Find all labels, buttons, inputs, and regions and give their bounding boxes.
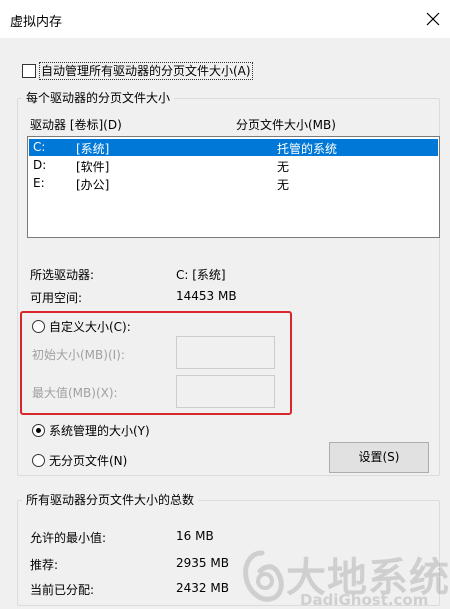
max-size-label: 最大值(MB)(X): bbox=[32, 386, 118, 400]
drive-row-d[interactable]: D: [软件] 无 bbox=[29, 157, 438, 174]
drive-paging-size: 无 bbox=[277, 178, 290, 192]
auto-manage-label[interactable]: 自动管理所有驱动器的分页文件大小(A) bbox=[39, 62, 253, 80]
min-allowed-label: 允许的最小值: bbox=[30, 531, 107, 545]
selected-drive-label: 所选驱动器: bbox=[30, 268, 95, 282]
allocated-value: 2432 MB bbox=[176, 581, 229, 595]
auto-manage-checkbox[interactable] bbox=[22, 64, 36, 78]
initial-size-input[interactable] bbox=[176, 336, 275, 369]
min-allowed-value: 16 MB bbox=[176, 529, 214, 543]
window-title: 虚拟内存 bbox=[10, 15, 63, 30]
selected-drive-value: C: [系统] bbox=[176, 268, 226, 282]
title-bar: 虚拟内存 bbox=[0, 0, 450, 38]
column-header-drive: 驱动器 [卷标](D) bbox=[30, 118, 122, 132]
custom-size-label[interactable]: 自定义大小(C): bbox=[49, 318, 131, 335]
close-icon bbox=[426, 12, 440, 26]
drive-letter: C: bbox=[33, 140, 46, 154]
system-managed-label[interactable]: 系统管理的大小(Y) bbox=[49, 422, 150, 439]
drive-paging-size: 无 bbox=[277, 160, 290, 174]
drive-row-c[interactable]: C: [系统] 托管的系统 bbox=[29, 139, 438, 156]
free-space-label: 可用空间: bbox=[30, 291, 83, 305]
totals-caption: 所有驱动器分页文件大小的总数 bbox=[22, 491, 199, 508]
max-size-input[interactable] bbox=[176, 375, 275, 408]
free-space-value: 14453 MB bbox=[176, 289, 237, 303]
no-paging-label[interactable]: 无分页文件(N) bbox=[49, 452, 127, 469]
drive-letter: D: bbox=[33, 158, 47, 172]
radio-selected-dot bbox=[36, 428, 41, 433]
set-button[interactable]: 设置(S) bbox=[329, 442, 429, 473]
custom-size-radio[interactable] bbox=[32, 320, 45, 333]
system-managed-radio[interactable] bbox=[32, 424, 45, 437]
drive-paging-size: 托管的系统 bbox=[277, 142, 338, 156]
initial-size-label: 初始大小(MB)(I): bbox=[32, 348, 125, 362]
recommended-value: 2935 MB bbox=[176, 556, 229, 570]
column-header-size: 分页文件大小(MB) bbox=[236, 118, 336, 132]
drive-volume-label: [软件] bbox=[76, 160, 110, 174]
drive-volume-label: [办公] bbox=[76, 178, 110, 192]
drive-volume-label: [系统] bbox=[76, 142, 110, 156]
drive-list[interactable]: C: [系统] 托管的系统 D: [软件] 无 E: [办公] 无 bbox=[27, 136, 440, 238]
drive-row-e[interactable]: E: [办公] 无 bbox=[29, 175, 438, 192]
recommended-label: 推荐: bbox=[30, 558, 59, 572]
drive-letter: E: bbox=[33, 176, 45, 190]
close-button[interactable] bbox=[418, 4, 448, 34]
per-drive-caption: 每个驱动器的分页文件大小 bbox=[22, 89, 175, 106]
no-paging-radio[interactable] bbox=[32, 454, 45, 467]
allocated-label: 当前已分配: bbox=[30, 583, 95, 597]
